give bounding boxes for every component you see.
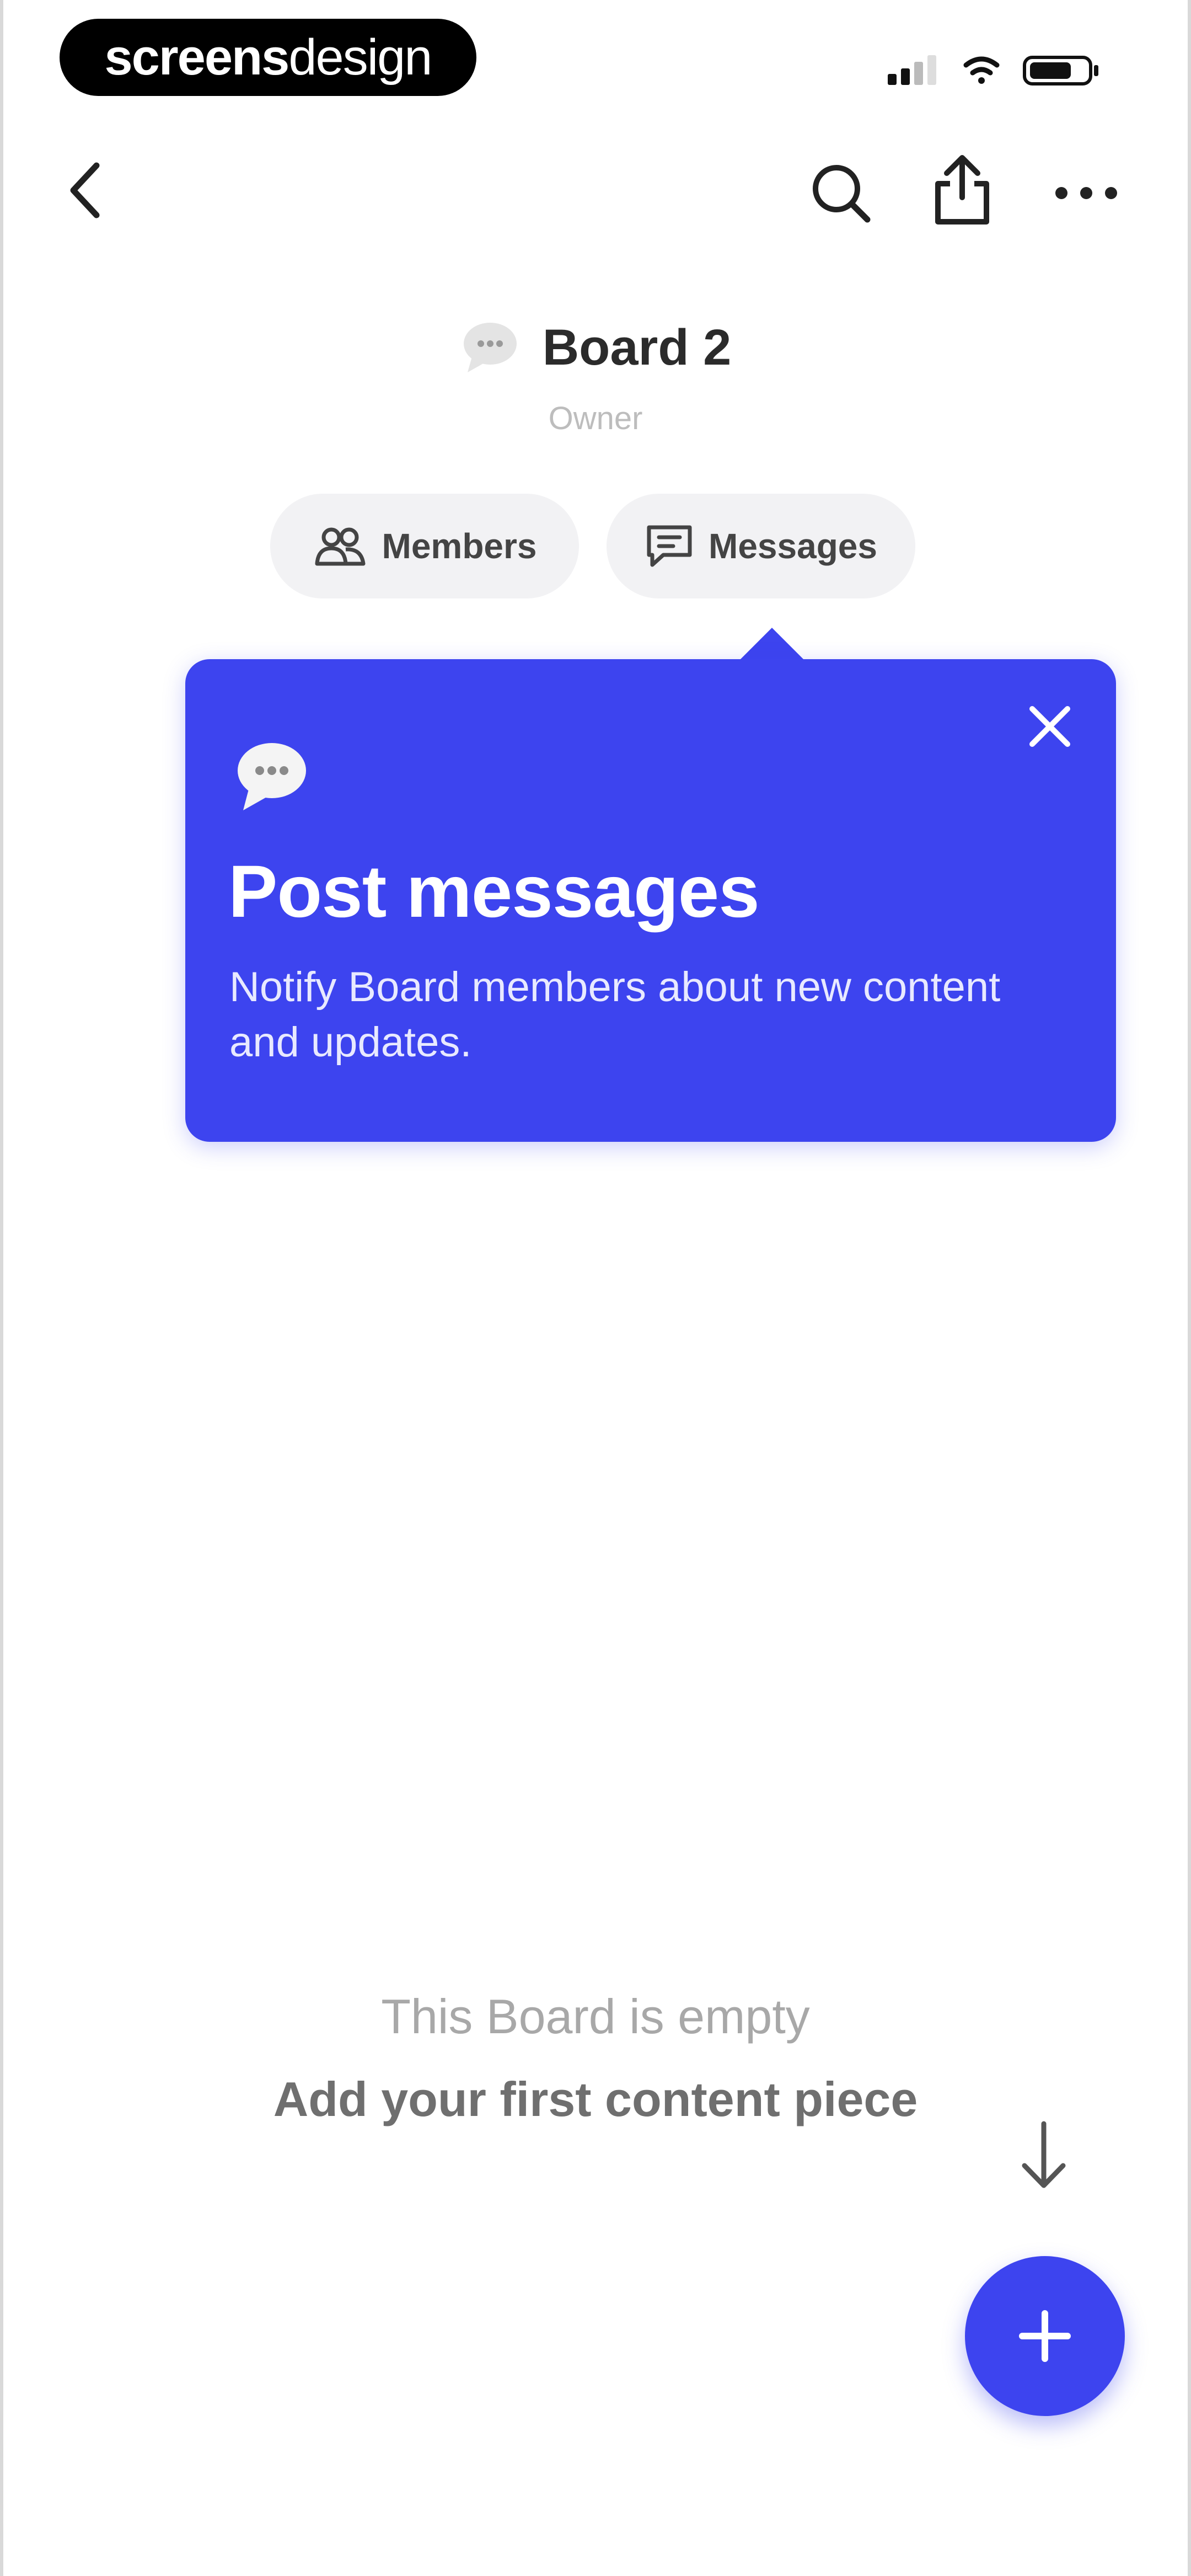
battery-icon	[1023, 56, 1098, 85]
signal-icon	[888, 55, 936, 85]
empty-state-subtitle: Add your first content piece	[273, 2072, 918, 2126]
members-button[interactable]: Members	[270, 494, 579, 598]
search-icon	[813, 165, 871, 223]
search-button[interactable]	[805, 157, 877, 229]
tooltip-close-button[interactable]	[1022, 699, 1077, 754]
more-horizontal-icon	[1055, 187, 1117, 199]
speech-bubble-icon	[463, 323, 517, 372]
members-icon	[315, 527, 365, 566]
arrow-down-icon	[1022, 2121, 1066, 2188]
plus-icon	[1019, 2310, 1071, 2362]
tooltip-body: Notify Board members about new content a…	[229, 964, 1001, 1066]
message-icon	[647, 525, 692, 567]
speech-bubble-icon	[238, 743, 306, 810]
messages-label: Messages	[709, 526, 877, 566]
empty-state-title: This Board is empty	[381, 1989, 810, 2044]
wifi-icon	[963, 56, 1000, 84]
chevron-left-icon	[70, 162, 100, 218]
onboarding-tooltip: Post messages Notify Board members about…	[185, 659, 1116, 1142]
add-content-button[interactable]	[965, 2256, 1125, 2416]
more-button[interactable]	[1048, 165, 1125, 221]
watermark-logo: screens design	[60, 19, 476, 96]
status-bar	[888, 55, 1098, 85]
close-icon	[1029, 706, 1070, 747]
watermark-light: design	[288, 29, 432, 85]
page-title: Board 2	[542, 319, 732, 376]
members-label: Members	[382, 526, 537, 566]
share-icon	[935, 154, 989, 225]
share-button[interactable]	[926, 152, 998, 229]
role-label: Owner	[548, 400, 643, 436]
tooltip-title: Post messages	[228, 851, 760, 933]
watermark-bold: screens	[104, 29, 290, 85]
back-button[interactable]	[55, 154, 116, 226]
tooltip-pointer	[739, 628, 805, 661]
device-frame	[0, 0, 1191, 2576]
board-header: Board 2	[0, 309, 1191, 386]
messages-button[interactable]: Messages	[607, 494, 915, 598]
